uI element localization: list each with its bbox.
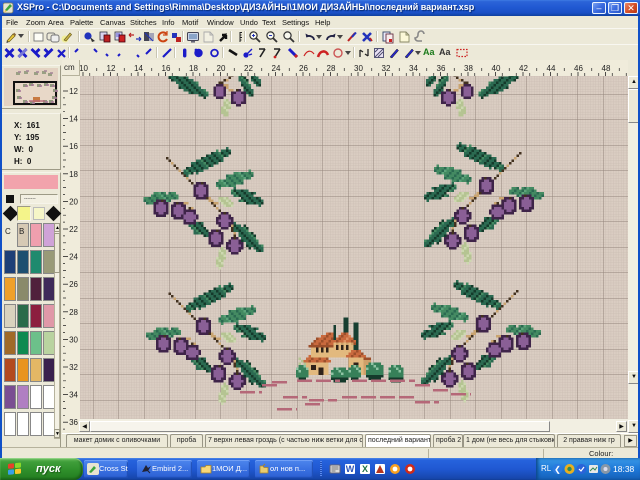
- svg-text:X: X: [362, 464, 368, 474]
- svg-text:26: 26: [299, 64, 308, 73]
- svg-text:44: 44: [547, 64, 556, 73]
- svg-text:42: 42: [519, 64, 528, 73]
- svg-text:22: 22: [244, 64, 253, 73]
- svg-text:24: 24: [69, 253, 78, 262]
- svg-text:10: 10: [80, 64, 88, 73]
- svg-text:48: 48: [602, 64, 611, 73]
- svg-text:❮: ❮: [554, 465, 561, 474]
- svg-text:34: 34: [69, 391, 78, 400]
- svg-text:32: 32: [69, 363, 78, 372]
- svg-text:W: W: [346, 464, 355, 474]
- svg-text:46: 46: [574, 64, 583, 73]
- svg-text:40: 40: [492, 64, 501, 73]
- svg-text:12: 12: [69, 87, 78, 96]
- svg-text:28: 28: [69, 308, 78, 317]
- svg-text:28: 28: [327, 64, 336, 73]
- svg-text:36: 36: [69, 418, 78, 427]
- svg-text:32: 32: [382, 64, 391, 73]
- svg-text:14: 14: [134, 64, 143, 73]
- svg-text:20: 20: [217, 64, 226, 73]
- svg-text:18: 18: [69, 170, 78, 179]
- svg-text:30: 30: [69, 335, 78, 344]
- svg-text:16: 16: [162, 64, 171, 73]
- svg-text:14: 14: [69, 115, 78, 124]
- svg-text:20: 20: [69, 197, 78, 206]
- svg-text:36: 36: [437, 64, 446, 73]
- svg-text:22: 22: [69, 225, 78, 234]
- svg-text:26: 26: [69, 280, 78, 289]
- svg-text:38: 38: [464, 64, 473, 73]
- svg-text:30: 30: [354, 64, 363, 73]
- svg-text:24: 24: [272, 64, 281, 73]
- svg-text:16: 16: [69, 142, 78, 151]
- svg-text:18: 18: [189, 64, 198, 73]
- svg-text:34: 34: [409, 64, 418, 73]
- svg-text:12: 12: [107, 64, 116, 73]
